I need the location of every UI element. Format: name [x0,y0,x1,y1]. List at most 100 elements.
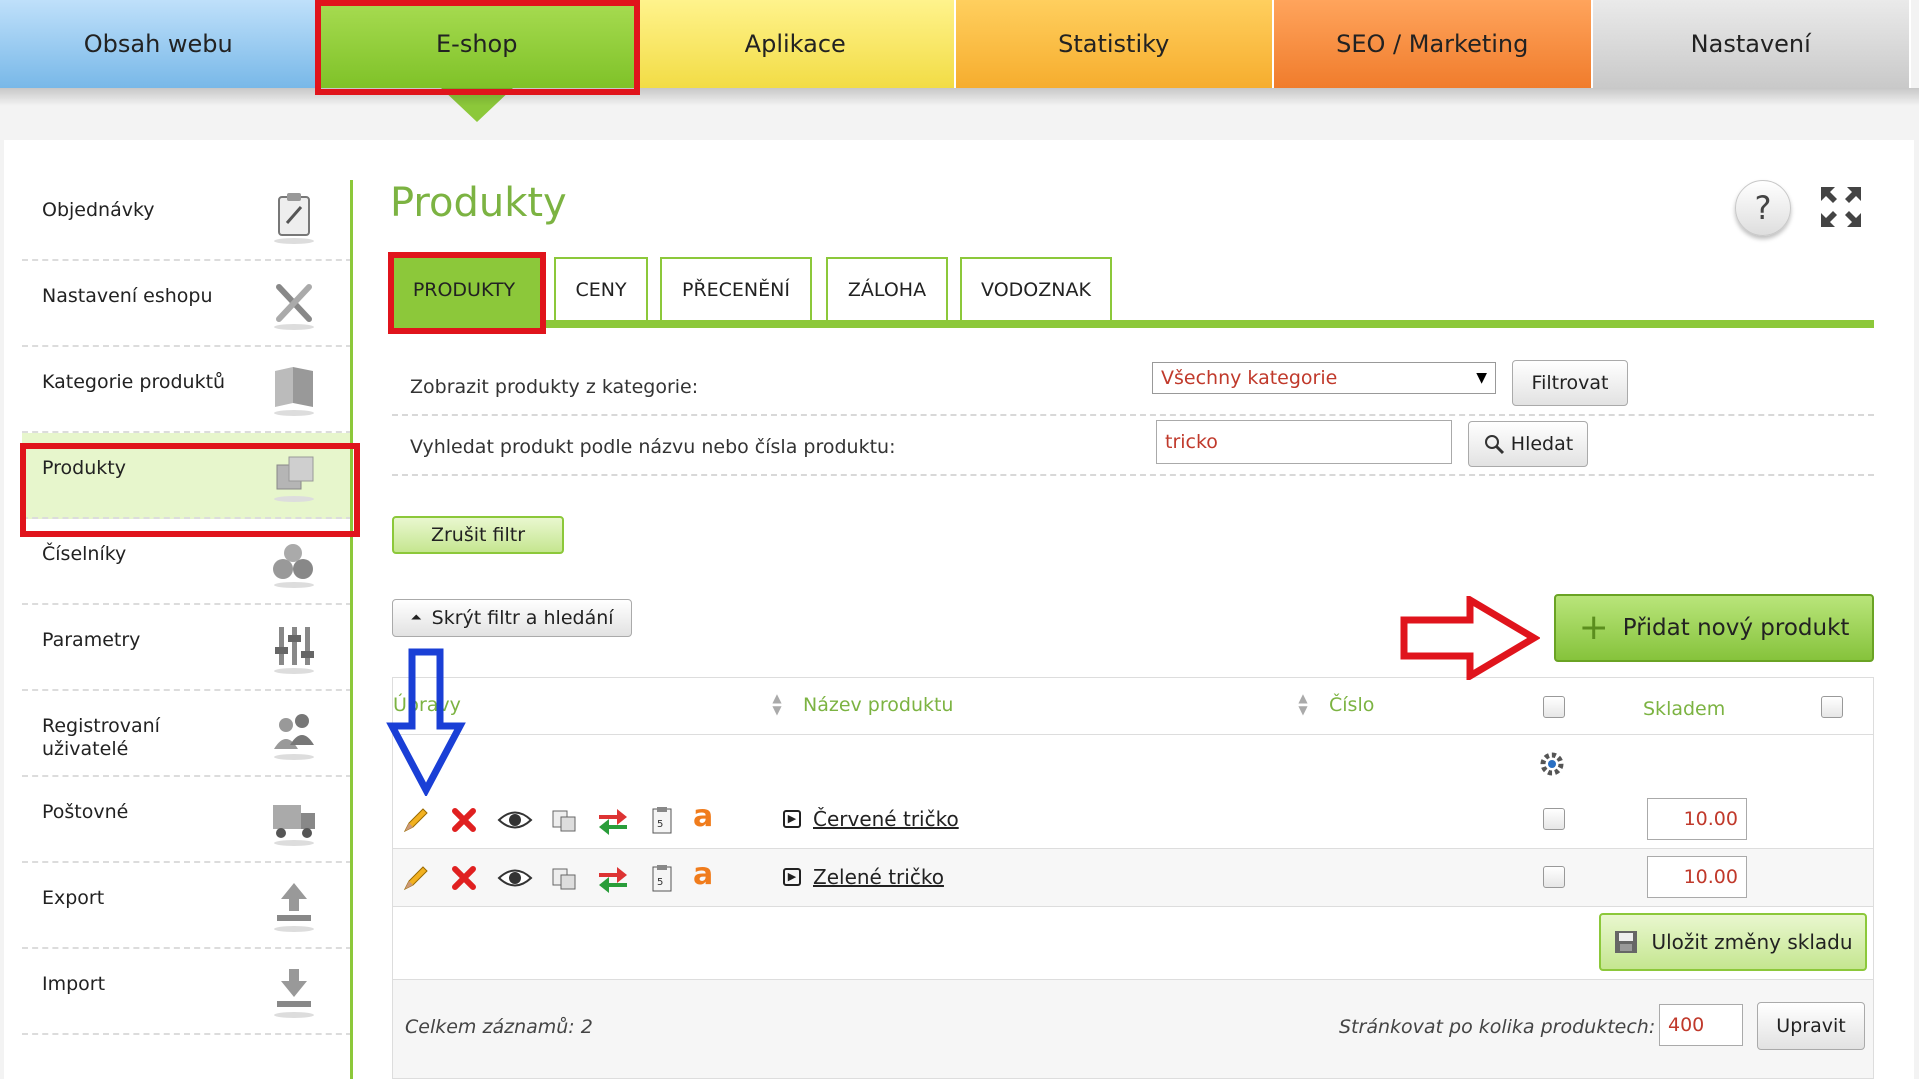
document-icon[interactable]: 5 [647,863,677,893]
sidebar-item-import[interactable]: Import [22,949,352,1035]
add-product-button[interactable]: + Přidat nový produkt [1554,594,1874,662]
row-checkbox[interactable] [1543,808,1565,830]
table-row: 5 a ▶ Červené tričko 10.00 [392,791,1874,849]
header-number[interactable]: Číslo [1329,694,1374,716]
stock-input[interactable]: 10.00 [1647,798,1747,840]
fullscreen-icon[interactable] [1817,183,1865,231]
gear-icon[interactable] [1537,749,1567,779]
plus-icon: + [1578,607,1609,648]
sidebar-item-parametry[interactable]: Parametry [22,605,352,691]
table-footer: Celkem záznamů: 2 Stránkovat po kolika p… [392,979,1874,1079]
transfer-icon[interactable] [595,805,631,835]
per-page-label: Stránkovat po kolika produktech: [1339,1016,1656,1038]
sidebar-item-objednavky[interactable]: Objednávky [22,175,352,261]
document-icon[interactable]: 5 [647,805,677,835]
sidebar: Objednávky Nastavení eshopu Kategorie pr… [22,175,352,1035]
sidebar-item-registrovani-uzivatele[interactable]: Registrovaní uživatelé [22,691,352,777]
search-input[interactable]: tricko [1156,420,1452,464]
topnav-tab-statistiky[interactable]: Statistiky [955,0,1274,88]
hide-filter-button[interactable]: ⏶ Skrýt filtr a hledání [392,599,632,637]
numbers-icon [273,544,314,588]
topnav-tab-aplikace[interactable]: Aplikace [637,0,956,88]
chevron-down-icon: ▼ [1476,370,1487,386]
copy-icon[interactable] [549,863,579,893]
sort-icon[interactable]: ▲ ▼ [1295,692,1311,722]
tab-underline [388,320,1874,328]
help-button[interactable]: ? [1735,180,1791,236]
topnav-tab-label: E-shop [436,30,518,58]
sidebar-item-export[interactable]: Export [22,863,352,949]
table-header: Úpravy ▲ ▼ Název produktu ▲ ▼ Číslo Sklade… [392,677,1874,735]
pencil-icon[interactable] [401,863,431,893]
tab-ceny[interactable]: CENY [554,257,648,321]
book-icon [274,367,314,416]
tab-label: PŘECENĚNÍ [682,279,790,301]
svg-text:5: 5 [657,819,663,830]
save-stock-button[interactable]: Uložit změny skladu [1599,913,1867,971]
stock-input[interactable]: 10.00 [1647,856,1747,898]
tab-preceneni[interactable]: PŘECENĚNÍ [660,257,812,321]
sidebar-item-ciselniky[interactable]: Číselníky [22,519,352,605]
search-input-value: tricko [1165,431,1218,453]
topnav-shadow [0,88,1919,106]
sidebar-item-kategorie-produktu[interactable]: Kategorie produktů [22,347,352,433]
header-name[interactable]: Název produktu [803,694,953,716]
per-page-input[interactable]: 400 [1659,1004,1743,1046]
sidebar-item-label: Produkty [42,457,126,479]
tab-zaloha[interactable]: ZÁLOHA [826,257,948,321]
tab-produkty[interactable]: PRODUKTY [388,257,540,321]
category-select[interactable]: Všechny kategorie ▼ [1152,362,1496,394]
sidebar-item-postovne[interactable]: Poštovné [22,777,352,863]
red-arrow-icon [1400,596,1540,680]
transfer-icon[interactable] [595,863,631,893]
table-row: 5 a ▶ Zelené tričko 10.00 [392,849,1874,907]
topnav-tab-nastaveni[interactable]: Nastavení [1592,0,1911,88]
top-navigation: Obsah webu E-shop Aplikace Statistiky SE… [0,0,1919,122]
filter-category-label: Zobrazit produkty z kategorie: [410,376,699,398]
header-stock: Skladem [1643,698,1726,720]
sort-icon[interactable]: ▲ ▼ [769,692,785,722]
sidebar-item-produkty[interactable]: Produkty [22,433,352,519]
sidebar-item-label: Export [42,887,105,909]
stock-all-checkbox[interactable] [1821,696,1843,718]
topnav-tab-seo-marketing[interactable]: SEO / Marketing [1274,0,1593,88]
copy-icon[interactable] [549,805,579,835]
expand-icon[interactable]: ▶ [783,868,801,886]
save-stock-row: Uložit změny skladu [392,907,1874,979]
delete-icon[interactable] [449,863,479,893]
pencil-icon[interactable] [401,805,431,835]
topnav-tab-label: SEO / Marketing [1336,30,1529,58]
topnav-tab-label: Aplikace [744,30,846,58]
eye-icon[interactable] [497,863,533,893]
sidebar-item-label: Číselníky [42,543,127,565]
hide-filter-label: Skrýt filtr a hledání [431,607,614,629]
filter-search-row: Vyhledat produkt podle názvu nebo čísla … [392,418,1874,476]
sidebar-item-nastaveni-eshopu[interactable]: Nastavení eshopu [22,261,352,347]
filter-button[interactable]: Filtrovat [1512,360,1628,406]
products-table: Úpravy ▲ ▼ Název produktu ▲ ▼ Číslo Sklade… [392,677,1874,1079]
tab-vodoznak[interactable]: VODOZNAK [960,257,1112,321]
sidebar-item-label: Parametry [42,629,141,651]
delete-icon[interactable] [449,805,479,835]
sidebar-divider [350,180,353,1079]
save-stock-label: Uložit změny skladu [1651,930,1853,954]
sidebar-item-label: Registrovaní uživatelé [42,715,160,760]
topnav-tab-obsah-webu[interactable]: Obsah webu [0,0,319,88]
expand-icon[interactable]: ▶ [783,810,801,828]
topnav-tab-eshop[interactable]: E-shop [318,0,637,122]
eye-icon[interactable] [497,805,533,835]
clear-filter-button[interactable]: Zrušit filtr [392,516,564,554]
row-checkbox[interactable] [1543,866,1565,888]
search-button[interactable]: Hledat [1468,421,1588,467]
floppy-icon [1615,931,1638,953]
amazon-icon[interactable]: a [693,799,723,834]
sidebar-item-label: Kategorie produktů [42,371,226,393]
product-name-link[interactable]: Červené tričko [813,807,959,831]
filter-search-label: Vyhledat produkt podle názvu nebo čísla … [410,436,896,458]
clear-filter-label: Zrušit filtr [430,524,526,546]
product-name-link[interactable]: Zelené tričko [813,865,944,889]
tab-label: VODOZNAK [981,279,1091,301]
select-all-checkbox[interactable] [1543,696,1565,718]
amazon-icon[interactable]: a [693,857,723,892]
update-button[interactable]: Upravit [1757,1002,1865,1050]
